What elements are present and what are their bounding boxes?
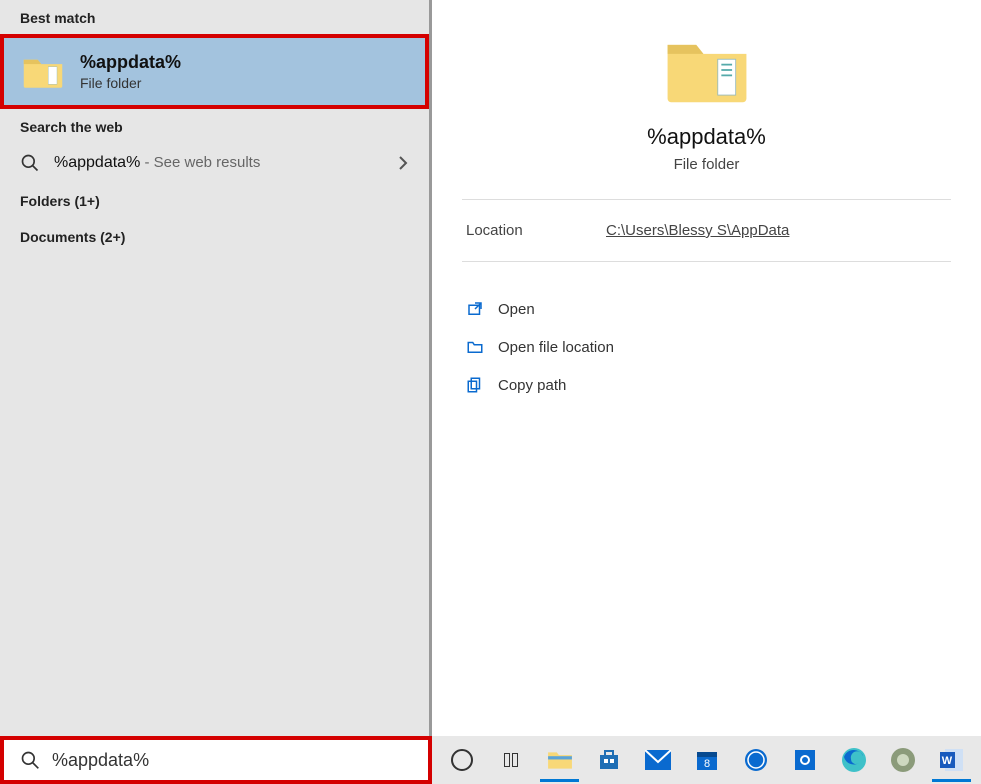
word-icon: W (938, 746, 966, 774)
preview-panel: %appdata% File folder Location C:\Users\… (432, 0, 981, 736)
browser-button[interactable] (879, 738, 926, 782)
folders-filter[interactable]: Folders (1+) (0, 183, 429, 219)
svg-text:W: W (941, 755, 952, 767)
preview-subtitle: File folder (462, 156, 951, 173)
open-location-label: Open file location (498, 339, 614, 356)
copy-icon (466, 376, 484, 394)
open-action[interactable]: Open (462, 290, 951, 328)
divider (462, 261, 951, 262)
svg-text:8: 8 (703, 758, 709, 770)
chevron-right-icon (397, 154, 409, 172)
web-header: Search the web (0, 109, 429, 143)
best-match-header: Best match (0, 0, 429, 34)
open-file-location-action[interactable]: Open file location (462, 328, 951, 366)
divider (462, 199, 951, 200)
calendar-button[interactable]: 8 (683, 738, 730, 782)
location-value[interactable]: C:\Users\Blessy S\AppData (606, 222, 789, 239)
dell-icon (742, 746, 770, 774)
camera-button[interactable] (781, 738, 828, 782)
edge-button[interactable] (830, 738, 877, 782)
camera-icon (791, 746, 819, 774)
open-label: Open (498, 301, 535, 318)
cortana-icon (451, 749, 473, 771)
calendar-icon: 8 (693, 746, 721, 774)
documents-filter[interactable]: Documents (2+) (0, 219, 429, 255)
web-query: %appdata% (54, 154, 140, 171)
web-hint: - See web results (140, 154, 260, 171)
mail-icon (644, 746, 672, 774)
file-explorer-button[interactable] (536, 738, 583, 782)
folder-icon (462, 22, 951, 124)
best-match-result[interactable]: %appdata% File folder (0, 34, 429, 109)
search-bar[interactable] (0, 736, 432, 784)
best-match-title: %appdata% (80, 52, 181, 73)
location-label: Location (466, 222, 606, 239)
dell-button[interactable] (732, 738, 779, 782)
search-results-panel: Best match %appdata% File folder Search … (0, 0, 432, 736)
store-button[interactable] (585, 738, 632, 782)
edge-icon (840, 746, 868, 774)
browser-icon (889, 746, 917, 774)
task-view-icon (504, 753, 518, 767)
open-icon (466, 300, 484, 318)
search-icon (20, 153, 40, 173)
folder-icon (22, 54, 64, 90)
location-row: Location C:\Users\Blessy S\AppData (462, 216, 951, 245)
folder-open-icon (466, 338, 484, 356)
task-view-button[interactable] (487, 738, 534, 782)
file-explorer-icon (546, 746, 574, 774)
mail-button[interactable] (634, 738, 681, 782)
copy-path-action[interactable]: Copy path (462, 366, 951, 404)
cortana-button[interactable] (438, 738, 485, 782)
copy-path-label: Copy path (498, 377, 566, 394)
store-icon (595, 746, 623, 774)
web-search-result[interactable]: %appdata% - See web results (0, 143, 429, 183)
taskbar: 8 W (432, 736, 981, 784)
preview-title: %appdata% (462, 124, 951, 150)
search-icon (20, 750, 40, 770)
search-input[interactable] (52, 750, 412, 771)
best-match-subtitle: File folder (80, 75, 181, 91)
word-button[interactable]: W (928, 738, 975, 782)
